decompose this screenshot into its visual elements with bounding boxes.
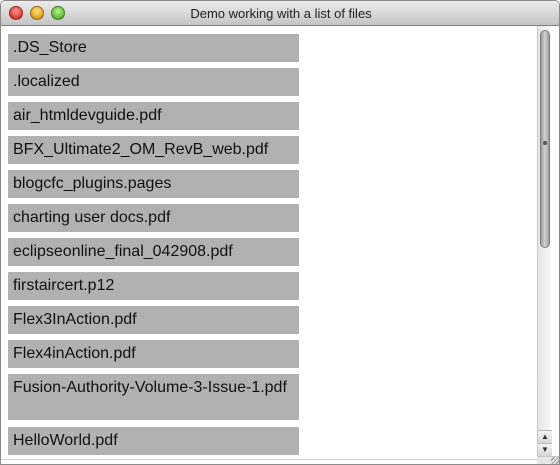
file-item[interactable]: BFX_Ultimate2_OM_RevB_web.pdf [8,136,299,164]
scroll-up-arrow-icon[interactable]: ▲ [538,430,552,443]
file-list: .DS_Store .localized air_htmldevguide.pd… [1,26,537,464]
scrollbar-thumb[interactable] [540,30,550,248]
file-item[interactable]: .localized [8,68,299,96]
vertical-scrollbar[interactable]: ▲ ▼ [537,26,552,456]
resize-corner[interactable] [537,456,559,464]
window-title: Demo working with a list of files [190,6,372,21]
title-bar[interactable]: Demo working with a list of files [1,1,559,26]
bottom-edge [1,459,537,464]
file-item[interactable]: eclipseonline_final_042908.pdf [8,238,299,266]
file-item[interactable]: Fusion-Authority-Volume-3-Issue-1.pdf [8,374,299,420]
resize-grip-icon[interactable] [551,457,559,464]
file-item[interactable]: firstaircert.p12 [8,272,299,300]
scroll-down-arrow-icon[interactable]: ▼ [538,443,552,456]
file-item[interactable]: air_htmldevguide.pdf [8,102,299,130]
file-item[interactable]: HelloWorld.pdf [8,427,299,455]
app-window: Demo working with a list of files .DS_St… [0,0,560,465]
file-item[interactable]: blogcfc_plugins.pages [8,170,299,198]
file-item[interactable]: Flex4inAction.pdf [8,340,299,368]
file-item[interactable]: Flex3InAction.pdf [8,306,299,334]
scrollbar-grip-dot-icon [543,141,547,145]
file-item[interactable]: charting user docs.pdf [8,204,299,232]
file-item[interactable]: .DS_Store [8,34,299,62]
